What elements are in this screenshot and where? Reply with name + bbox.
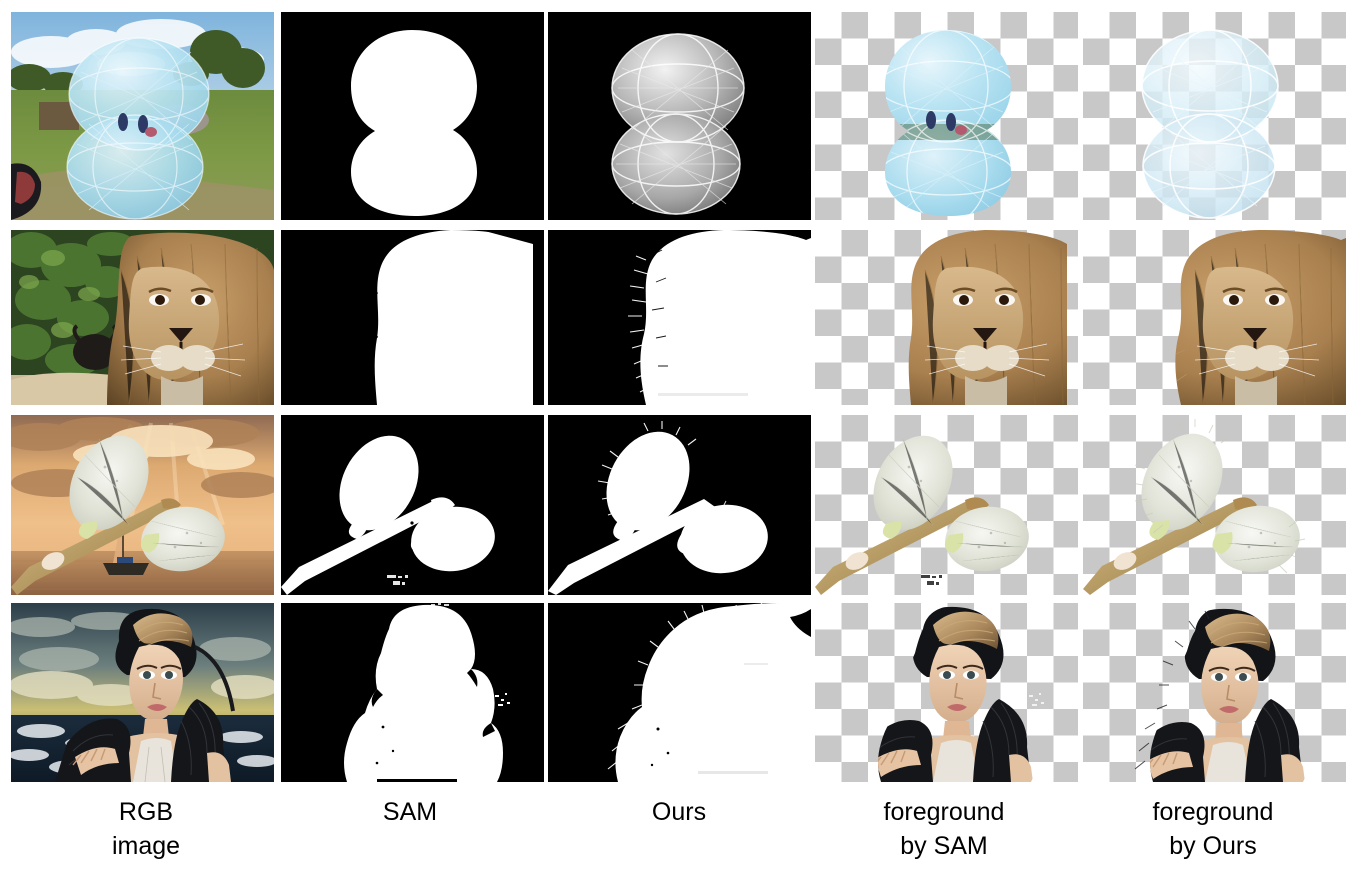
cell-foreground-sam-row-woman-fur [815,603,1078,782]
cell-ours-mask-row-pussy-willow [548,415,811,595]
mask-zorb-balls-ours [548,12,811,220]
photo-pussy-willow-rgb [11,415,274,595]
cell-sam-mask-row-pussy-willow [281,415,544,595]
caption-ours: Ours [651,798,707,826]
photo-zorb-balls-rgb [11,12,274,220]
cell-rgb-image-row-pussy-willow [11,415,274,595]
foreground-zorb-balls-ours [1141,29,1279,219]
foreground-pussy-willow-ours [1083,419,1306,595]
cell-ours-mask-row-woman-fur [548,603,811,782]
cell-ours-mask-row-lion [548,230,811,405]
cell-sam-mask-row-zorb-balls [281,12,544,220]
mask-pussy-willow-ours [548,415,811,595]
cell-foreground-ours-row-pussy-willow [1083,415,1346,595]
foreground-pussy-willow-sam [815,435,1029,595]
cell-foreground-sam-row-pussy-willow [815,415,1078,595]
cell-foreground-ours-row-zorb-balls [1083,12,1346,220]
cell-foreground-sam-row-zorb-balls [815,12,1078,220]
cell-rgb-image-row-woman-fur [11,603,274,782]
cell-sam-mask-row-woman-fur [281,603,544,782]
qualitative-results-figure: RGB image SAM Ours foreground by SAM for… [0,0,1356,878]
photo-woman-fur-rgb [11,603,274,782]
cell-foreground-ours-row-woman-fur [1083,603,1346,782]
foreground-woman-fur-sam [878,606,1044,782]
foreground-woman-fur-ours [1134,608,1305,782]
mask-lion-sam [281,230,544,405]
cell-ours-mask-row-zorb-balls [548,12,811,220]
cell-foreground-ours-row-lion [1083,230,1346,405]
cell-rgb-image-row-zorb-balls [11,12,274,220]
foreground-lion-sam [908,230,1067,405]
mask-lion-ours [548,230,811,405]
cell-sam-mask-row-lion [281,230,544,405]
cell-foreground-sam-row-lion [815,230,1078,405]
photo-lion-rgb [11,230,274,405]
foreground-zorb-balls-sam [885,30,1011,216]
mask-woman-fur-sam [281,603,544,782]
mask-woman-fur-ours [548,603,811,782]
caption-sam: SAM [382,798,438,826]
mask-zorb-balls-sam [281,12,544,220]
foreground-lion-ours [1175,230,1346,405]
caption-foreground-sam: foreground by SAM [883,798,1005,860]
caption-foreground-ours: foreground by Ours [1152,798,1274,860]
caption-rgb-image: RGB image [111,798,181,860]
cell-rgb-image-row-lion [11,230,274,405]
mask-pussy-willow-sam [281,415,544,595]
